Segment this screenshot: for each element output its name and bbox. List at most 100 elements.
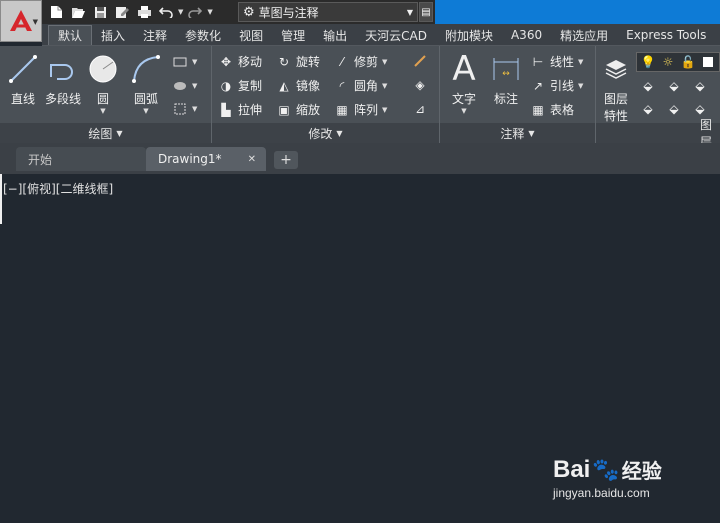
- chevron-down-icon: ▼: [143, 107, 149, 115]
- polyline-tool[interactable]: 多段线: [42, 50, 84, 107]
- tab-drawing1[interactable]: Drawing1* ✕: [146, 147, 266, 171]
- chevron-down-icon: ▼: [32, 18, 38, 26]
- draw-panel-title[interactable]: 绘图 ▼: [0, 123, 211, 143]
- new-tab-button[interactable]: +: [274, 151, 298, 169]
- fillet-icon: ◜: [339, 78, 345, 93]
- application-menu-button[interactable]: ▼: [0, 0, 42, 42]
- tab-parametric[interactable]: 参数化: [176, 25, 230, 45]
- stretch-tool[interactable]: ▙ 拉伸: [218, 101, 262, 118]
- scale-tool[interactable]: ▣ 缩放: [276, 101, 320, 118]
- layer-off-icon[interactable]: ⬙: [640, 78, 656, 94]
- sun-icon: ☼: [662, 55, 674, 69]
- layers-panel: 图层 特性 💡 ☼ 🔓 ⬙ ⬙ ⬙ ◂ ⬙ ⬙ ⬙ ◂ 图层: [596, 46, 720, 149]
- layer-dropdown[interactable]: 💡 ☼ 🔓: [636, 52, 720, 72]
- viewport-controls[interactable]: [−][俯视][二维线框]: [3, 180, 113, 197]
- viewport-edge: [0, 174, 2, 224]
- tab-manage[interactable]: 管理: [272, 25, 314, 45]
- open-icon[interactable]: [68, 2, 88, 22]
- close-icon[interactable]: ✕: [248, 154, 256, 165]
- array-icon: ▦: [336, 102, 348, 117]
- linear-dim-icon: ⊢: [532, 54, 544, 69]
- tab-featured-apps[interactable]: 精选应用: [551, 25, 617, 45]
- arc-tool[interactable]: 圆弧 ▼: [126, 50, 166, 115]
- ribbon: 直线 多段线 圆 ▼ 圆弧 ▼ ▼ ▼ ▼ 绘图 ▼ ✥ 移动 ↻ 旋转 ⁄ 修…: [0, 46, 720, 149]
- tab-express-tools[interactable]: Express Tools: [617, 25, 715, 45]
- tab-view[interactable]: 视图: [230, 25, 272, 45]
- tab-default[interactable]: 默认: [48, 25, 93, 45]
- trim-tool[interactable]: ⁄ 修剪 ▼: [334, 53, 387, 70]
- tab-addins[interactable]: 附加模块: [436, 25, 502, 45]
- text-tool[interactable]: A 文字 ▼: [446, 49, 482, 115]
- layer-match-icon[interactable]: ⬙: [640, 101, 656, 117]
- arc-icon: [130, 50, 162, 88]
- baidu-watermark: Bai 🐾 经验 jingyan.baidu.com: [553, 455, 662, 501]
- layers-panel-title[interactable]: 图层: [596, 118, 720, 149]
- chevron-down-icon: ▼: [406, 7, 413, 17]
- mirror-tool[interactable]: ◭ 镜像: [276, 77, 320, 94]
- new-icon[interactable]: [46, 2, 66, 22]
- layer-previous-icon[interactable]: ⬙: [666, 101, 682, 117]
- rectangle-tool[interactable]: ▼: [172, 54, 197, 70]
- hatch-tool[interactable]: ▼: [172, 78, 197, 94]
- hatch-icon: [172, 78, 188, 94]
- tab-output[interactable]: 输出: [314, 25, 356, 45]
- move-icon: ✥: [220, 54, 232, 69]
- line-tool[interactable]: 直线: [6, 50, 40, 107]
- stretch-icon: ▙: [221, 102, 231, 117]
- layer-freeze-icon[interactable]: ⬙: [692, 78, 708, 94]
- tab-start[interactable]: 开始: [16, 147, 146, 171]
- line-icon: [7, 50, 39, 88]
- chevron-down-icon: ▼: [116, 128, 123, 138]
- draw-panel: 直线 多段线 圆 ▼ 圆弧 ▼ ▼ ▼ ▼ 绘图 ▼: [0, 46, 212, 143]
- redo-icon[interactable]: [185, 2, 205, 22]
- array-tool[interactable]: ▦ 阵列 ▼: [334, 101, 387, 118]
- explode-tool[interactable]: ◈: [412, 77, 428, 93]
- tab-a360[interactable]: A360: [502, 25, 551, 45]
- layers-icon: [603, 50, 629, 88]
- undo-dropdown-icon[interactable]: ▼: [178, 8, 183, 16]
- save-icon[interactable]: [90, 2, 110, 22]
- circle-tool[interactable]: 圆 ▼: [86, 50, 120, 115]
- redo-dropdown-icon[interactable]: ▼: [207, 8, 212, 16]
- layer-properties-tool[interactable]: 图层 特性: [600, 50, 632, 124]
- rotate-tool[interactable]: ↻ 旋转: [276, 53, 320, 70]
- tab-insert[interactable]: 插入: [92, 25, 134, 45]
- chevron-down-icon: ▼: [461, 107, 467, 115]
- copy-tool[interactable]: ◑ 复制: [218, 77, 262, 94]
- copy-icon: ◑: [220, 78, 232, 93]
- leader-tool[interactable]: ↗ 引线 ▼: [530, 77, 583, 94]
- color-swatch-icon: [700, 54, 716, 70]
- layer-isolate-icon[interactable]: ⬙: [666, 78, 682, 94]
- move-tool[interactable]: ✥ 移动: [218, 53, 262, 70]
- text-icon: A: [452, 49, 476, 89]
- workspace-selector[interactable]: ⚙ 草图与注释 ▼: [238, 2, 418, 22]
- modify-panel-title[interactable]: 修改 ▼: [212, 123, 439, 143]
- title-bar: ▼ ▼ ⚙ 草图与注释 ▼ ▤: [0, 0, 720, 24]
- paw-icon: 🐾: [592, 456, 620, 482]
- table-tool[interactable]: ▦ 表格: [530, 101, 574, 118]
- offset-icon: ⊿: [414, 102, 426, 116]
- workspace-label: 草图与注释: [258, 5, 319, 20]
- dimension-tool[interactable]: ↔ 标注: [488, 50, 524, 107]
- ribbon-tab-bar: 默认 插入 注释 参数化 视图 管理 输出 天河云CAD 附加模块 A360 精…: [42, 24, 720, 46]
- annotation-panel-title[interactable]: 注释 ▼: [440, 123, 595, 143]
- title-area: [435, 0, 720, 24]
- print-icon[interactable]: [134, 2, 154, 22]
- erase-tool[interactable]: [412, 53, 428, 69]
- dimension-icon: ↔: [491, 50, 521, 88]
- fillet-tool[interactable]: ◜ 圆角 ▼: [334, 77, 388, 94]
- chevron-down-icon: ▼: [100, 107, 106, 115]
- circle-icon: [87, 50, 119, 88]
- saveas-icon[interactable]: [112, 2, 132, 22]
- undo-icon[interactable]: [156, 2, 176, 22]
- offset-tool[interactable]: ⊿: [412, 101, 428, 117]
- annotation-panel: A 文字 ▼ ↔ 标注 ⊢ 线性 ▼ ↗ 引线 ▼ ▦ 表格 注释 ▼: [440, 46, 596, 143]
- tab-annotate[interactable]: 注释: [134, 25, 176, 45]
- linear-dim-tool[interactable]: ⊢ 线性 ▼: [530, 53, 584, 70]
- tab-tianhe-cloud[interactable]: 天河云CAD: [356, 25, 436, 45]
- chevron-down-icon: ▼: [336, 128, 343, 138]
- boundary-tool[interactable]: ▼: [172, 101, 197, 117]
- polyline-icon: [47, 50, 79, 88]
- customize-qat-button[interactable]: ▤: [419, 2, 433, 22]
- layer-lock-icon[interactable]: ⬙: [692, 101, 708, 117]
